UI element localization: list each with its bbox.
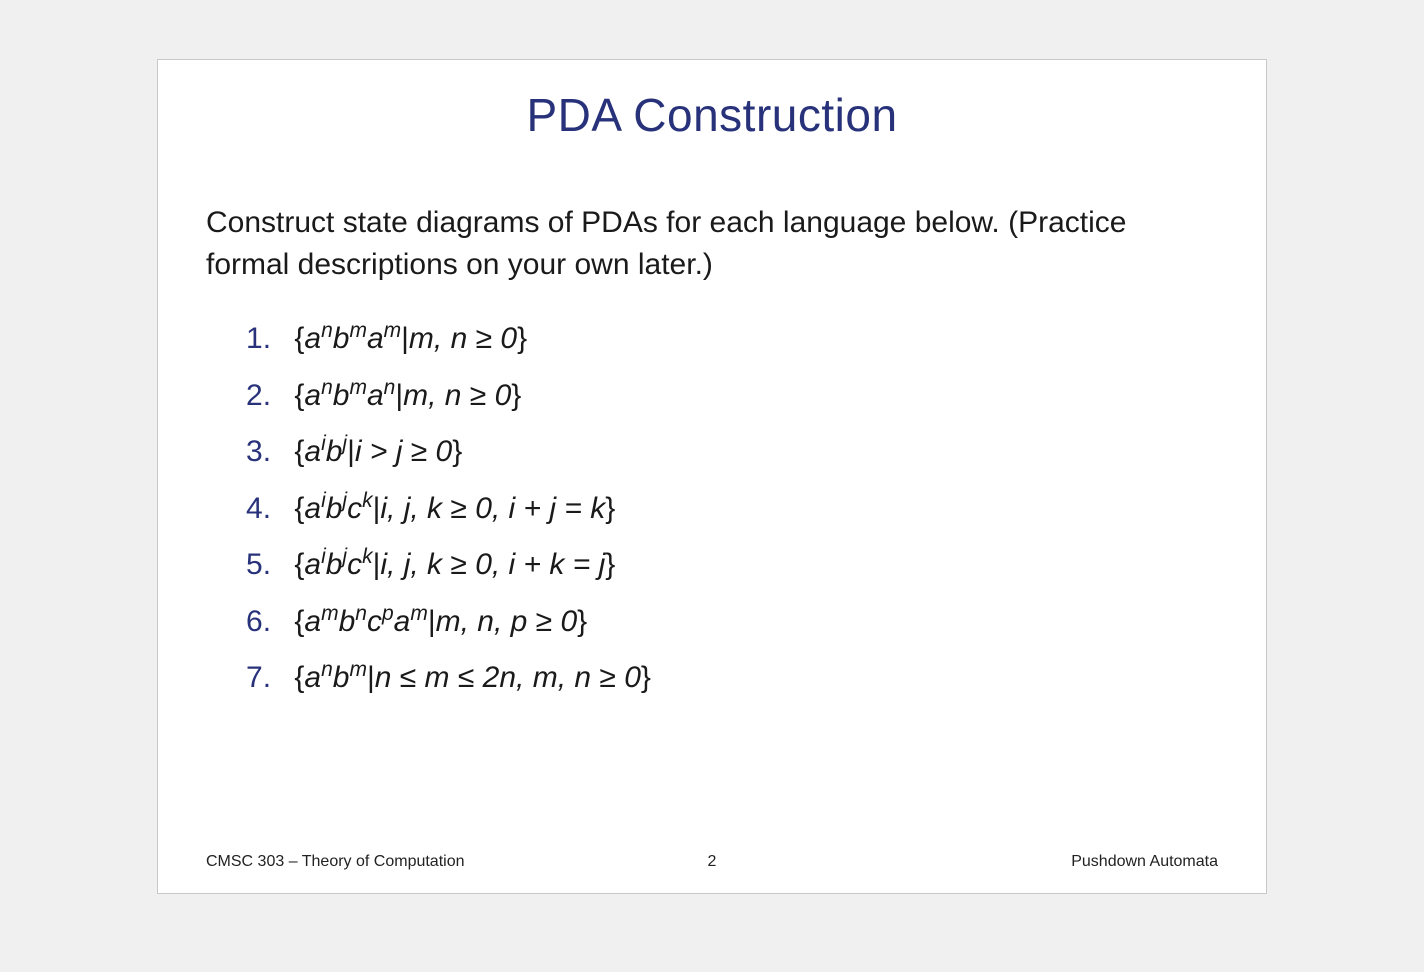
list-item: {anbm|n ≤ m ≤ 2n, m, n ≥ 0} <box>246 655 1218 702</box>
list-item: {aibjck|i, j, k ≥ 0, i + j = k} <box>246 486 1218 533</box>
instructions-text: Construct state diagrams of PDAs for eac… <box>206 202 1218 286</box>
list-item: {anbmam|m, n ≥ 0} <box>246 316 1218 363</box>
list-item: {anbman|m, n ≥ 0} <box>246 373 1218 420</box>
slide-title: PDA Construction <box>158 88 1266 142</box>
slide-body: Construct state diagrams of PDAs for eac… <box>206 202 1218 702</box>
slide: PDA Construction Construct state diagram… <box>157 59 1267 894</box>
slide-footer: CMSC 303 – Theory of Computation 2 Pushd… <box>206 853 1218 871</box>
list-item: {aibj|i > j ≥ 0} <box>246 429 1218 476</box>
problem-list: {anbmam|m, n ≥ 0} {anbman|m, n ≥ 0} {aib… <box>206 316 1218 702</box>
list-item: {aibjck|i, j, k ≥ 0, i + k = j} <box>246 542 1218 589</box>
footer-page-number: 2 <box>206 853 1218 871</box>
list-item: {ambncpam|m, n, p ≥ 0} <box>246 599 1218 646</box>
